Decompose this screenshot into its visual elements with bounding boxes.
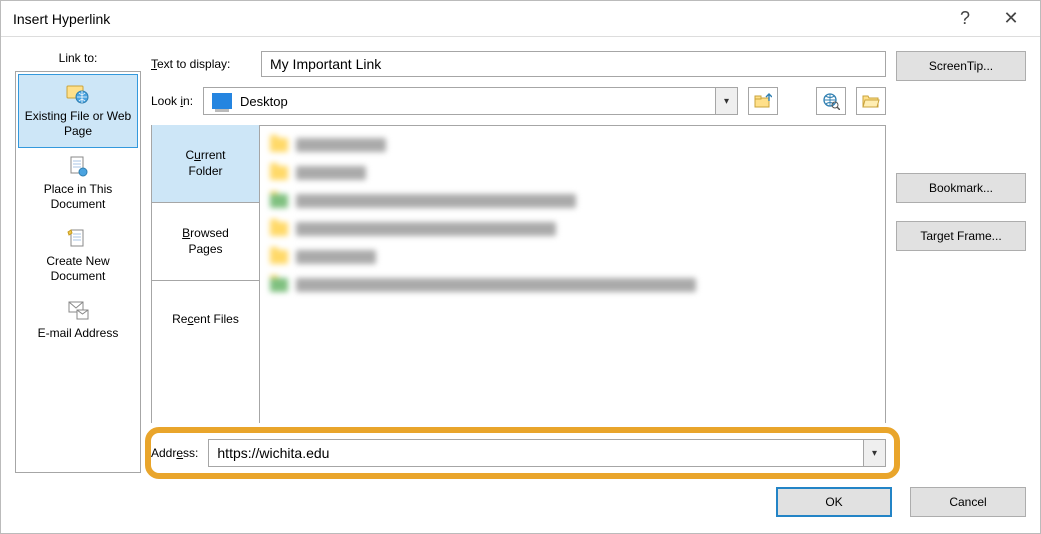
browse-file-button[interactable] — [856, 87, 886, 115]
titlebar: Insert Hyperlink ? ✕ — [1, 1, 1040, 37]
chevron-down-icon: ▾ — [724, 96, 729, 107]
address-combo[interactable]: ▾ — [208, 439, 886, 467]
look-in-combo[interactable]: Desktop ▾ — [203, 87, 738, 115]
link-to-panel: Link to: Existing File or Web Page — [15, 51, 141, 473]
link-to-item-label: Place in This Document — [44, 182, 112, 211]
subtab-browsed-pages[interactable]: BrowsedPages — [152, 203, 259, 281]
link-to-existing-file[interactable]: Existing File or Web Page — [18, 74, 138, 148]
cancel-button[interactable]: Cancel — [910, 487, 1026, 517]
right-button-column: ScreenTip... Bookmark... Target Frame... — [896, 51, 1026, 473]
link-to-email-address[interactable]: E-mail Address — [18, 292, 138, 349]
insert-hyperlink-dialog: Insert Hyperlink ? ✕ Link to: Existing F… — [0, 0, 1041, 534]
list-item[interactable] — [270, 162, 875, 184]
subtab-current-folder[interactable]: CurrentFolder — [152, 125, 259, 203]
desktop-icon — [212, 93, 232, 109]
globe-search-icon — [822, 92, 840, 110]
look-in-value: Desktop — [240, 94, 715, 109]
look-in-dropdown-button[interactable]: ▾ — [715, 88, 737, 114]
dialog-body: Link to: Existing File or Web Page — [1, 37, 1040, 487]
dialog-title: Insert Hyperlink — [13, 11, 942, 27]
folder-open-icon — [862, 93, 880, 109]
list-item[interactable] — [270, 134, 875, 156]
bookmark-button[interactable]: Bookmark... — [896, 173, 1026, 203]
text-to-display-input[interactable] — [261, 51, 886, 77]
link-to-place-in-document[interactable]: Place in This Document — [18, 148, 138, 220]
subtab-list: CurrentFolder BrowsedPages Recent Files — [152, 125, 260, 423]
text-to-display-label: Text to display: — [151, 57, 251, 71]
file-list[interactable] — [260, 125, 886, 423]
document-anchor-icon — [66, 156, 90, 178]
list-item[interactable] — [270, 274, 875, 296]
link-to-item-label: Create New Document — [46, 254, 109, 283]
globe-folder-icon — [66, 83, 90, 105]
link-to-item-label: E-mail Address — [38, 326, 119, 340]
address-input[interactable] — [209, 441, 863, 465]
link-to-item-label: Existing File or Web Page — [25, 109, 131, 138]
close-icon: ✕ — [1003, 8, 1018, 29]
help-icon: ? — [960, 8, 970, 29]
ok-button[interactable]: OK — [776, 487, 892, 517]
browse-web-button[interactable] — [816, 87, 846, 115]
address-dropdown-button[interactable]: ▾ — [863, 440, 885, 466]
subtab-recent-files[interactable]: Recent Files — [152, 281, 259, 359]
up-one-level-button[interactable] — [748, 87, 778, 115]
list-item[interactable] — [270, 246, 875, 268]
link-to-list: Existing File or Web Page Place in This … — [15, 71, 141, 473]
help-button[interactable]: ? — [942, 4, 988, 34]
screentip-button[interactable]: ScreenTip... — [896, 51, 1026, 81]
text-to-display-row: Text to display: — [151, 51, 886, 77]
file-browser: CurrentFolder BrowsedPages Recent Files — [151, 125, 886, 423]
folder-up-icon — [754, 92, 772, 110]
look-in-label: Look in: — [151, 94, 193, 108]
link-to-create-new-document[interactable]: Create New Document — [18, 220, 138, 292]
new-document-icon — [66, 228, 90, 250]
email-icon — [66, 300, 90, 322]
target-frame-button[interactable]: Target Frame... — [896, 221, 1026, 251]
look-in-row: Look in: Desktop ▾ — [151, 87, 886, 115]
list-item[interactable] — [270, 190, 875, 212]
center-panel: Text to display: Look in: Desktop ▾ — [151, 51, 886, 473]
link-to-label: Link to: — [15, 51, 141, 65]
close-button[interactable]: ✕ — [988, 4, 1034, 34]
dialog-footer: OK Cancel — [1, 487, 1040, 533]
address-label: Address: — [151, 446, 198, 460]
address-row: Address: ▾ — [151, 433, 886, 473]
chevron-down-icon: ▾ — [872, 448, 877, 459]
list-item[interactable] — [270, 218, 875, 240]
